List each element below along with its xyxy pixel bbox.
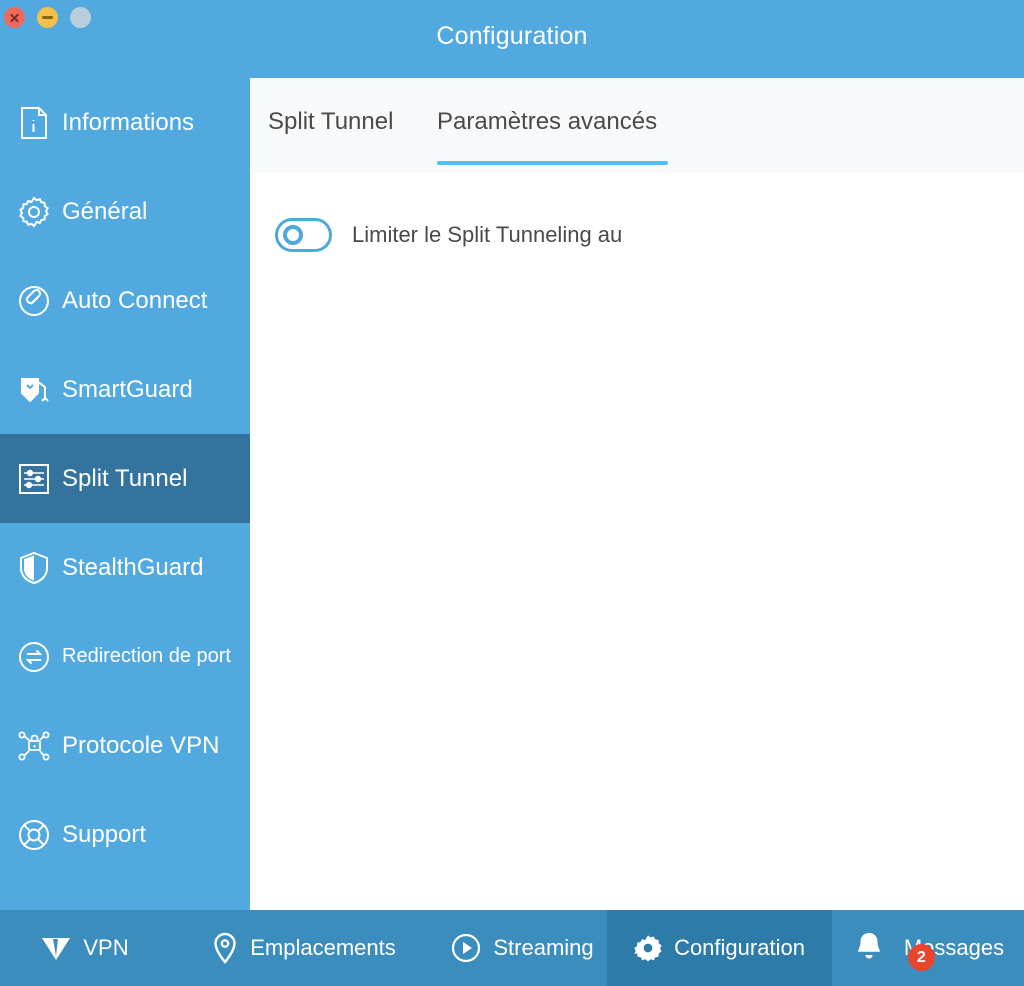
toggle-knob: [283, 225, 303, 245]
tab-bar: Split Tunnel Paramètres avancés: [250, 78, 1024, 173]
sidebar-item-auto-connect[interactable]: Auto Connect: [0, 256, 250, 345]
sidebar: Informations Général Auto Connect SmartG…: [0, 78, 250, 910]
sidebar-item-split-tunnel[interactable]: Split Tunnel: [0, 434, 250, 523]
bottom-nav-emplacements[interactable]: Emplacements: [170, 910, 438, 986]
sidebar-item-stealthguard[interactable]: StealthGuard: [0, 523, 250, 612]
gear-icon: [634, 934, 662, 962]
limit-split-tunneling-toggle[interactable]: [275, 218, 332, 252]
active-tab-indicator: [437, 161, 668, 165]
sidebar-item-label: Général: [62, 197, 148, 225]
vpn-arrow-icon: [41, 934, 71, 962]
play-icon: [451, 933, 481, 963]
setting-row-limit-split-tunneling: Limiter le Split Tunneling au: [275, 218, 955, 252]
sidebar-item-label: StealthGuard: [62, 553, 204, 581]
bottom-nav-bar: VPN Emplacements Streaming Configuration…: [0, 910, 1024, 986]
info-document-icon: [10, 106, 58, 140]
port-forward-icon: [10, 641, 58, 673]
sidebar-item-label: Auto Connect: [62, 286, 208, 314]
bottom-nav-label: Streaming: [493, 935, 594, 960]
gear-icon: [10, 196, 58, 228]
bottom-nav-vpn[interactable]: VPN: [0, 910, 170, 986]
page-title: Configuration: [436, 22, 588, 50]
map-pin-icon: [212, 932, 238, 964]
plug-circle-icon: [10, 285, 58, 317]
tab-split-tunnel[interactable]: Split Tunnel: [268, 108, 393, 146]
sidebar-item-informations[interactable]: Informations: [0, 78, 250, 167]
smartguard-icon: [10, 375, 58, 405]
sidebar-item-label: Protocole VPN: [62, 731, 220, 759]
sidebar-item-label: Support: [62, 820, 147, 848]
messages-badge: 2: [907, 944, 935, 971]
network-lock-icon: [10, 730, 58, 762]
bottom-nav-streaming[interactable]: Streaming: [438, 910, 607, 986]
sidebar-item-smartguard[interactable]: SmartGuard: [0, 345, 250, 434]
content-panel: Split Tunnel Paramètres avancés Limiter …: [250, 78, 1024, 910]
bell-icon: 2: [852, 928, 935, 971]
shield-icon: [10, 551, 58, 585]
bottom-nav-label: Configuration: [674, 935, 805, 960]
bottom-nav-configuration[interactable]: Configuration: [607, 910, 832, 986]
bottom-nav-label: Emplacements: [250, 935, 396, 960]
lifebuoy-icon: [10, 819, 58, 851]
sidebar-item-label: SmartGuard: [62, 375, 193, 403]
tab-parametres-avances[interactable]: Paramètres avancés: [437, 108, 657, 146]
bottom-nav-messages[interactable]: 2 Messages: [832, 910, 1024, 986]
sliders-icon: [10, 463, 58, 495]
setting-label: Limiter le Split Tunneling au: [352, 222, 623, 247]
sidebar-item-label: Split Tunnel: [62, 464, 188, 492]
sidebar-item-label: Informations: [62, 108, 195, 136]
title-bar: Configuration: [0, 0, 1024, 78]
sidebar-item-redirection-de-port[interactable]: Redirection de port: [0, 612, 250, 701]
sidebar-item-protocole-vpn[interactable]: Protocole VPN: [0, 701, 250, 790]
sidebar-item-general[interactable]: Général: [0, 167, 250, 256]
app-window: Configuration Informations Général Auto …: [0, 0, 1024, 986]
bottom-nav-label: VPN: [83, 935, 129, 960]
sidebar-item-support[interactable]: Support: [0, 790, 250, 879]
sidebar-item-label: Redirection de port: [62, 645, 231, 667]
